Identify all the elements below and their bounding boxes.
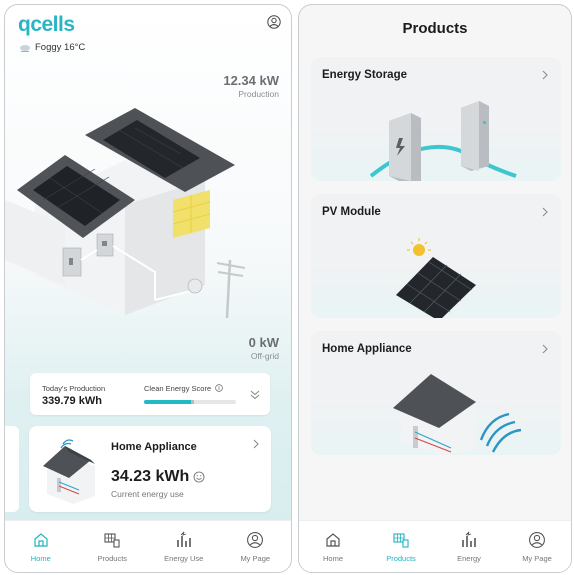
energy-icon bbox=[176, 531, 191, 547]
tab-my-page[interactable]: My Page bbox=[503, 521, 571, 572]
chevron-right-icon[interactable] bbox=[540, 343, 550, 355]
profile-icon[interactable] bbox=[267, 15, 281, 29]
production-stat: 12.34 kW Production bbox=[223, 73, 279, 99]
home-icon bbox=[326, 533, 340, 547]
home-appliance-card[interactable]: Home Appliance 34.23 kWh Current energy … bbox=[29, 426, 271, 512]
user-icon bbox=[247, 532, 264, 548]
tab-bar: Home Products Energy My Page bbox=[299, 520, 571, 572]
tab-my-page-label: My Page bbox=[522, 554, 552, 563]
tab-products-label: Products bbox=[386, 554, 416, 563]
tab-energy-label: Energy bbox=[457, 554, 481, 563]
previous-card-peek[interactable] bbox=[5, 426, 19, 512]
energy-storage-illustration bbox=[369, 101, 517, 181]
product-card-energy-storage[interactable]: Energy Storage bbox=[311, 57, 561, 181]
today-production-label: Today's Production bbox=[42, 384, 106, 393]
home-appliance-energy: 34.23 kWh bbox=[111, 468, 205, 486]
tab-products[interactable]: Products bbox=[77, 521, 149, 572]
home-appliance-subtitle: Current energy use bbox=[111, 489, 184, 499]
page-title: Products bbox=[402, 20, 468, 37]
home-appliance-illustration bbox=[43, 439, 95, 504]
tab-products[interactable]: Products bbox=[367, 521, 435, 572]
clean-energy-score-marker bbox=[190, 400, 194, 404]
chevron-right-icon[interactable] bbox=[540, 206, 550, 218]
tab-home-label: Home bbox=[322, 554, 343, 563]
product-title: Home Appliance bbox=[322, 343, 412, 355]
offgrid-stat: 0 kW Off-grid bbox=[249, 335, 279, 361]
clean-energy-score-text: Clean Energy Score bbox=[144, 384, 212, 393]
product-card-home-appliance[interactable]: Home Appliance bbox=[311, 331, 561, 455]
pv-module-illustration bbox=[396, 238, 476, 318]
house-solar-illustration bbox=[5, 108, 246, 319]
production-value: 12.34 kW bbox=[223, 73, 279, 88]
tab-energy[interactable]: Energy bbox=[435, 521, 503, 572]
tab-home[interactable]: Home bbox=[299, 521, 367, 572]
clean-energy-score-bar bbox=[144, 400, 236, 404]
product-card-pv-module[interactable]: PV Module bbox=[311, 194, 561, 318]
home-appliance-illustration bbox=[393, 374, 522, 455]
weather-status: Foggy 16°C bbox=[19, 42, 85, 53]
home-icon bbox=[34, 533, 48, 547]
tab-products-label: Products bbox=[97, 554, 128, 563]
home-screen: qcells Foggy 16°C 12.34 kW Production 0 … bbox=[4, 4, 292, 573]
fog-cloud-icon bbox=[20, 44, 30, 52]
info-icon[interactable] bbox=[215, 384, 223, 392]
tab-my-page[interactable]: My Page bbox=[220, 521, 292, 572]
clean-energy-score-fill bbox=[144, 400, 191, 404]
product-title: PV Module bbox=[322, 206, 381, 218]
home-appliance-energy-value: 34.23 kWh bbox=[111, 468, 190, 485]
expand-chevron-icon[interactable] bbox=[248, 387, 262, 401]
product-title: Energy Storage bbox=[322, 69, 407, 81]
qcells-logo: qcells bbox=[18, 13, 75, 36]
user-icon bbox=[529, 532, 545, 548]
chevron-right-icon[interactable] bbox=[540, 69, 550, 81]
home-appliance-title: Home Appliance bbox=[111, 441, 197, 453]
tab-energy-use-label: Energy Use bbox=[164, 554, 204, 563]
products-screen: Products Energy Storage PV Module Home A… bbox=[298, 4, 572, 573]
tab-home-label: Home bbox=[30, 554, 51, 563]
chevron-right-icon[interactable] bbox=[251, 438, 261, 450]
products-icon bbox=[104, 533, 120, 548]
offgrid-value: 0 kW bbox=[248, 335, 279, 350]
weather-text: Foggy 16°C bbox=[35, 42, 86, 53]
tab-home[interactable]: Home bbox=[5, 521, 77, 572]
production-summary-card[interactable]: Today's Production 339.79 kWh Clean Ener… bbox=[30, 373, 270, 415]
tab-my-page-label: My Page bbox=[240, 554, 271, 563]
smile-icon bbox=[193, 471, 205, 483]
tab-bar: Home Products Energy Use My Page bbox=[5, 520, 291, 572]
production-label: Production bbox=[238, 89, 279, 99]
offgrid-label: Off-grid bbox=[250, 351, 279, 361]
clean-energy-score-label: Clean Energy Score bbox=[144, 384, 223, 393]
energy-icon bbox=[462, 531, 476, 547]
tab-energy-use[interactable]: Energy Use bbox=[148, 521, 220, 572]
products-icon bbox=[393, 533, 409, 548]
today-production-value: 339.79 kWh bbox=[42, 395, 102, 407]
